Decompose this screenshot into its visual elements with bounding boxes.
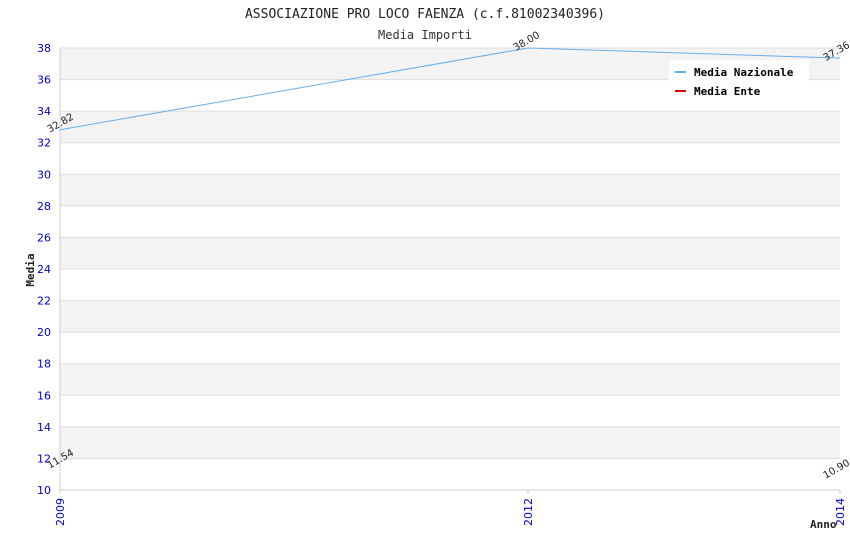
- legend-label: Media Nazionale: [694, 66, 794, 79]
- y-tick-label: 36: [37, 74, 51, 87]
- y-tick-label: 30: [37, 168, 51, 181]
- y-tick-label: 16: [37, 389, 51, 402]
- y-tick-label: 10: [37, 484, 51, 497]
- grid-band: [60, 363, 840, 396]
- y-tick-label: 32: [37, 137, 51, 150]
- grid-band: [60, 237, 840, 269]
- y-tick-label: 38: [37, 42, 51, 55]
- grid-band: [60, 300, 840, 333]
- x-axis-label: Anno: [810, 518, 837, 531]
- y-tick-label: 28: [37, 200, 51, 213]
- y-tick-label: 24: [37, 263, 51, 276]
- y-axis-label: Media: [24, 253, 37, 286]
- grid-band: [60, 111, 840, 143]
- x-tick-label: 2009: [54, 498, 67, 526]
- x-tick-label: 2012: [522, 498, 535, 526]
- data-label-media-ente: 10.90: [822, 458, 850, 482]
- chart-subtitle: Media Importi: [378, 28, 472, 42]
- grid-band: [60, 426, 840, 459]
- legend-label: Media Ente: [694, 85, 761, 98]
- y-tick-label: 34: [37, 105, 51, 118]
- y-tick-label: 22: [37, 295, 51, 308]
- y-tick-label: 20: [37, 326, 51, 339]
- y-tick-label: 18: [37, 358, 51, 371]
- line-chart: ASSOCIAZIONE PRO LOCO FAENZA (c.f.810023…: [24, 7, 850, 531]
- y-tick-labels: 101214161820222426283032343638: [37, 42, 51, 497]
- chart-title: ASSOCIAZIONE PRO LOCO FAENZA (c.f.810023…: [245, 7, 605, 22]
- legend: Media Nazionale Media Ente: [669, 60, 809, 102]
- x-tick-labels: 2009 2012 2014: [54, 490, 847, 526]
- grid-band: [60, 174, 840, 206]
- y-tick-label: 14: [37, 421, 51, 434]
- y-tick-label: 26: [37, 231, 51, 244]
